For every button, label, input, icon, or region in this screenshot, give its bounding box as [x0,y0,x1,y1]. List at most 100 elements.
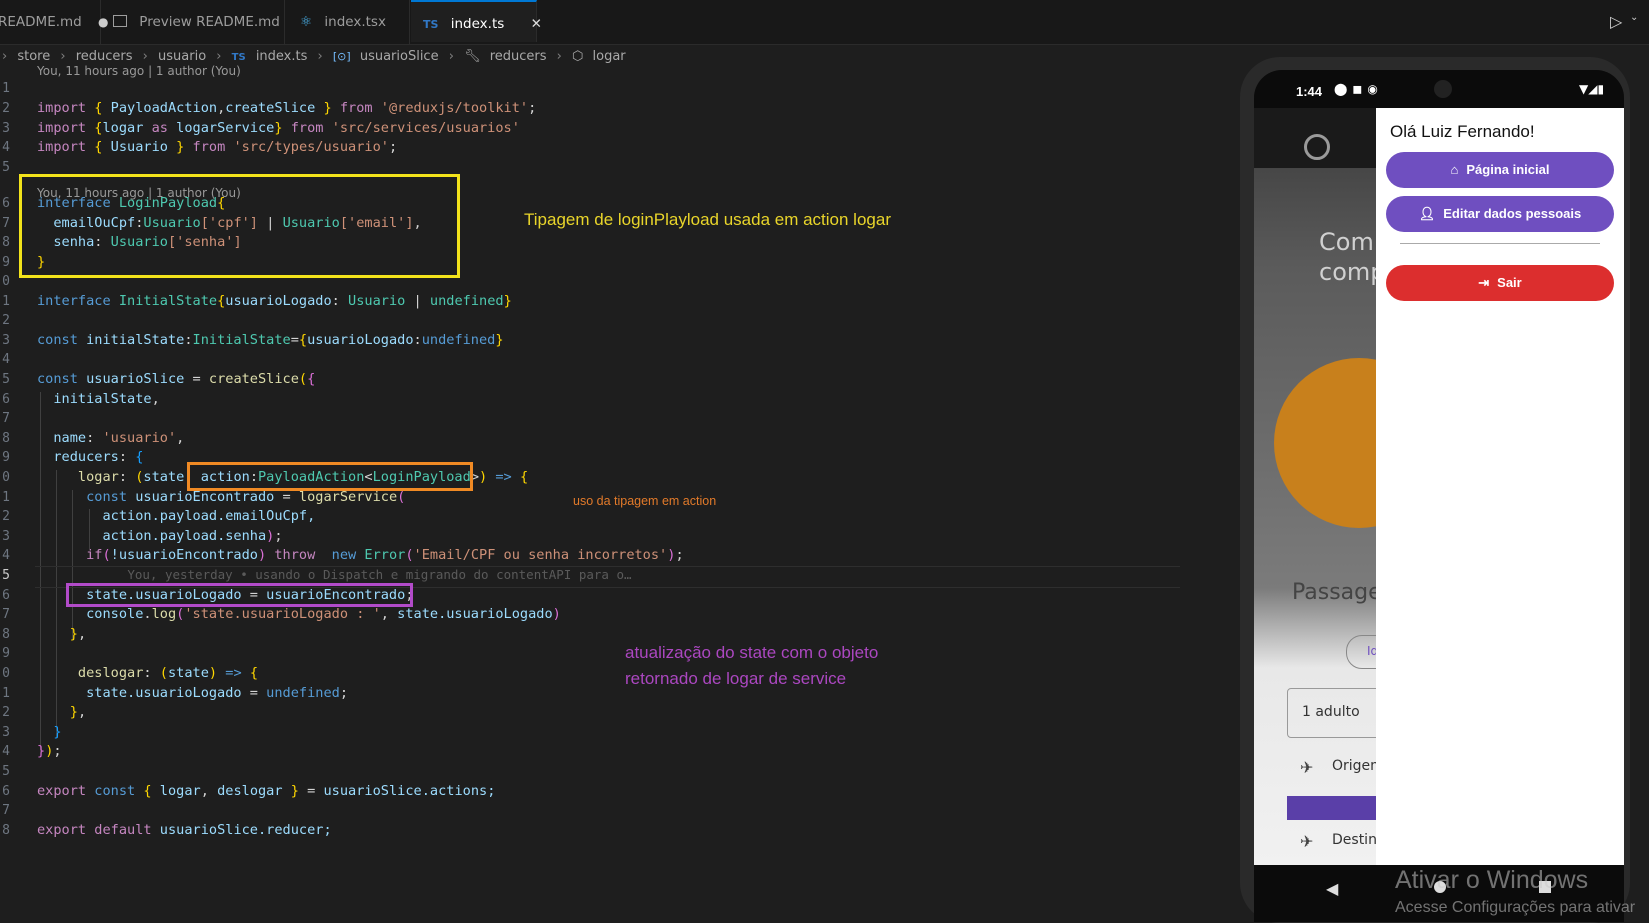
line-number: 6 [2,784,10,799]
punct: : [118,469,128,485]
edit-profile-button[interactable]: 👤︎ Editar dados pessoais [1386,196,1614,232]
keyword: export [37,783,87,799]
compass-icon[interactable] [1304,134,1330,160]
line-number: 5 [2,160,10,175]
logout-button[interactable]: ⇥ Sair [1386,265,1614,301]
variable-icon: [⊙] [332,50,351,63]
line-number: 1 [2,686,10,701]
code-line[interactable]: export const { logar, deslogar } = usuar… [37,781,495,801]
punct: = [282,489,291,505]
code-line[interactable]: interface InitialState{usuarioLogado: Us… [37,291,512,311]
identifier: .usuarioLogado [438,606,553,622]
logout-icon: ⇥ [1478,275,1490,290]
paren: ) [552,606,561,622]
punct: , [380,606,389,622]
line-number: 8 [2,431,10,446]
code-line[interactable]: const usuarioSlice = createSlice({ [37,369,315,389]
tab-index-ts[interactable]: TS index.ts ✕ [411,0,542,42]
breadcrumb-item[interactable]: usuario [158,49,206,64]
keyword: import [37,139,87,155]
punct: : [86,430,95,446]
keyword: const [86,489,128,505]
close-icon[interactable]: ✕ [531,16,542,32]
tab-index-tsx[interactable]: ⚛ index.tsx [286,0,410,44]
keyword: const [94,783,136,799]
identifier: name [53,430,87,446]
brace: } [53,724,62,740]
breadcrumb-item[interactable]: usuarioSlice [360,49,439,64]
highlight-box-action-type [187,462,473,491]
function: deslogar [77,665,144,681]
breadcrumb-item[interactable]: reducers [76,49,133,64]
breadcrumb-item[interactable]: store [17,49,50,64]
button-label: Página inicial [1466,162,1550,177]
activation-watermark-text: Acesse Configurações para ativar [1395,899,1636,916]
code-line-blame[interactable]: You, yesterday • usando o Dispatch e mig… [37,565,631,585]
wrench-icon: 🔧︎ [464,49,481,64]
breadcrumb-item[interactable]: logar [593,49,626,64]
code-line[interactable]: import {logar as logarService} from 'src… [37,118,520,138]
run-icon[interactable]: ▷ [1610,12,1622,31]
code-line[interactable]: initialState, [37,389,159,409]
code-line[interactable]: }, [37,624,86,644]
annotation-tipagem: Tipagem de loginPlayload usada em action… [524,210,891,229]
home-button[interactable]: ⌂ Página inicial [1386,152,1614,188]
chevron-down-icon[interactable]: ⌄ [1630,12,1638,23]
breadcrumb-item[interactable]: index.ts [256,49,308,64]
code-line[interactable]: deslogar: (state) => { [37,663,258,683]
identifier: usuarioLogado [225,293,332,309]
keyword: new [331,547,357,563]
identifier: .usuarioLogado [127,685,242,701]
back-icon[interactable]: ◀ [1326,879,1338,898]
code-line[interactable]: action.payload.emailOuCpf, [37,506,315,526]
code-line[interactable]: } [37,722,62,742]
line-number: 7 [2,216,10,231]
identifier: usuarioEncontrado [135,489,275,505]
line-number: 1 [2,81,10,96]
method-icon: ⬡ [572,49,584,64]
code-line[interactable]: import { PayloadAction,createSlice } fro… [37,98,536,118]
plane-arrival-icon: ✈ [1300,832,1314,851]
code-line[interactable]: export default usuarioSlice.reducer; [37,820,332,840]
brace: } [323,100,332,116]
identifier: .payload.emailOuCpf, [151,508,316,524]
line-number: 3 [2,529,10,544]
line-number: 1 [2,490,10,505]
code-line[interactable]: }); [37,741,62,761]
tab-label: index.ts [450,16,505,32]
field-value: 1 adulto [1302,704,1360,720]
tab-preview-readme[interactable]: Preview README.md [101,0,285,44]
code-line[interactable]: state.usuarioLogado = undefined; [37,683,348,703]
identifier: createSlice [225,100,316,116]
keyword: throw [274,547,316,563]
identifier: logarService [176,120,275,136]
highlight-box-interface [19,174,460,278]
phone-screen: 1:44 ⬤◼◉ ▼◢▮ Com comp Passage Ida 1 adul… [1254,70,1624,922]
tab-readme[interactable]: README.md ● [0,0,109,44]
code-line[interactable]: name: 'usuario', [37,428,184,448]
line-number: 0 [2,666,10,681]
punct: ; [274,528,283,544]
function: log [151,606,177,622]
code-line[interactable]: import { Usuario } from 'src/types/usuar… [37,137,397,157]
code-line[interactable]: if(!usuarioEncontrado) throw new Error('… [37,545,684,565]
code-line[interactable]: action.payload.senha); [37,526,283,546]
code-line[interactable]: }, [37,702,86,722]
chevron-right-icon: › [142,49,148,64]
code-line[interactable]: const initialState:InitialState={usuario… [37,330,504,350]
codelens-author[interactable]: You, 11 hours ago | 1 author (You) [37,64,241,78]
code-line[interactable]: reducers: { [37,447,143,467]
keyword: => [495,469,512,485]
person-icon: 👤︎ [1418,206,1436,221]
type: undefined [429,293,504,309]
home-icon: ⌂ [1450,162,1459,177]
line-number: 9 [2,646,10,661]
punct: , [77,704,87,720]
string: 'src/services/usuarios' [331,120,520,136]
identifier: state [167,665,209,681]
breadcrumb-item[interactable]: reducers [490,49,547,64]
chevron-right-icon: › [2,49,8,64]
brace: } [69,704,78,720]
code-line[interactable]: console.log('state.usuarioLogado : ', st… [37,604,561,624]
identifier: initialState [53,391,152,407]
